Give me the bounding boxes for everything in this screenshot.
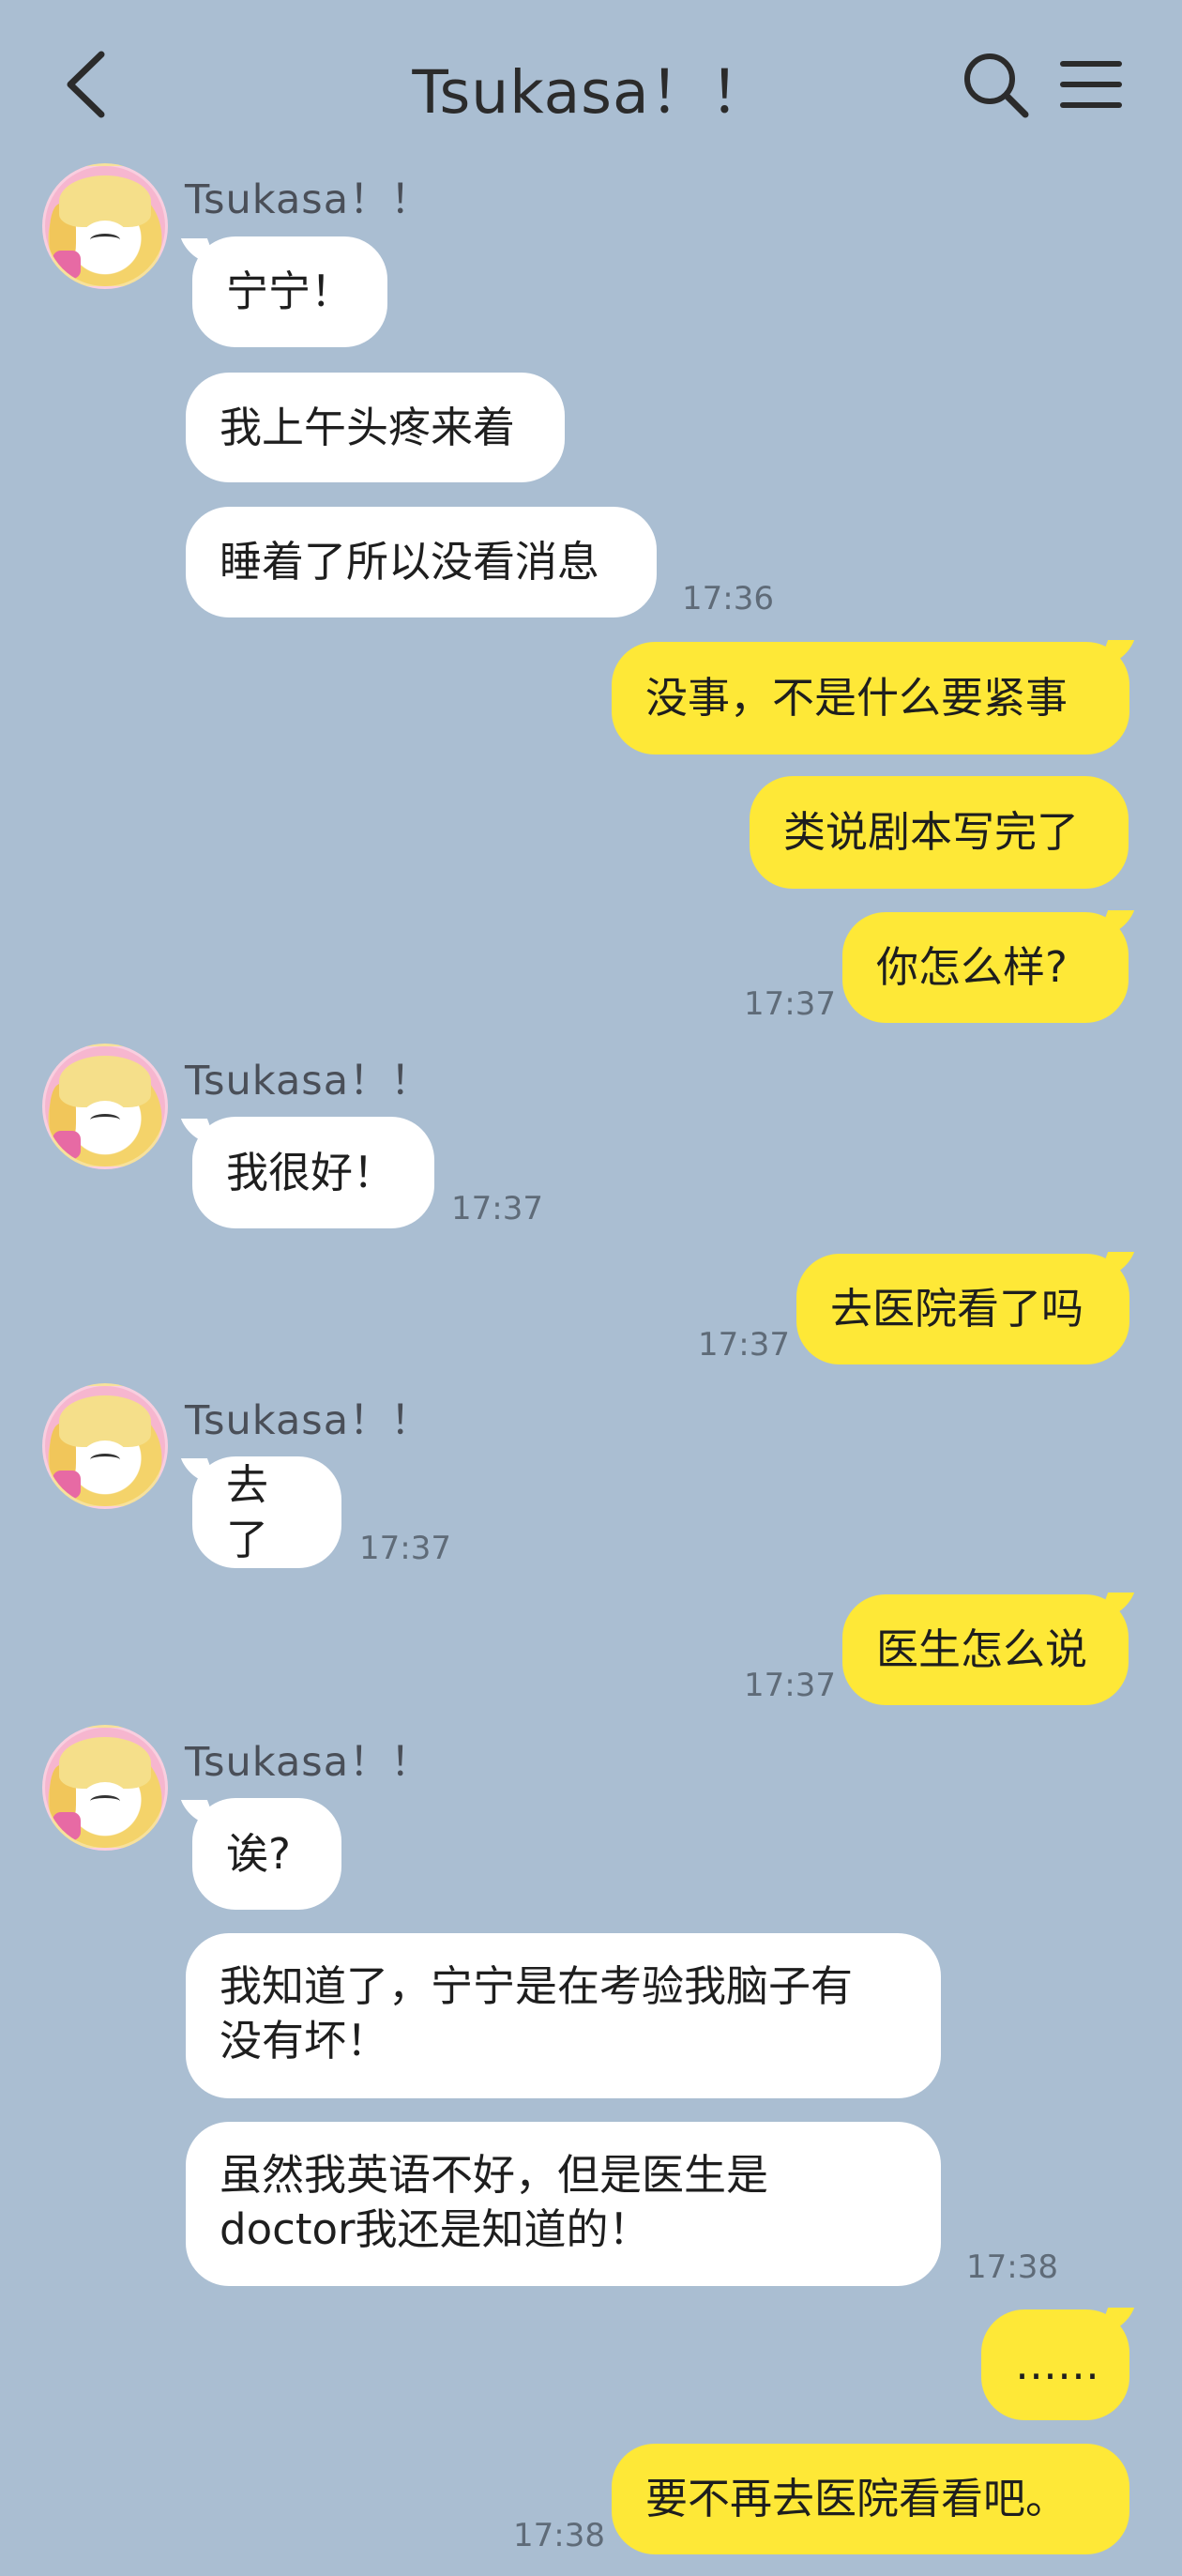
message-bubble[interactable]: 睡着了所以没看消息 [186, 507, 657, 617]
sender-name: Tsukasa！！ [185, 176, 432, 223]
avatar[interactable] [42, 1383, 168, 1509]
message-bubble[interactable]: 没事，不是什么要紧事 [612, 642, 1129, 755]
message-timestamp: 17:37 [744, 985, 836, 1023]
message-bubble[interactable]: 类说剧本写完了 [750, 776, 1129, 889]
message-bubble[interactable]: 我很好！ [192, 1117, 434, 1228]
message-timestamp: 17:38 [966, 2248, 1058, 2286]
chat-header: Tsukasa！！ [0, 0, 1182, 164]
sender-name: Tsukasa！！ [185, 1397, 432, 1444]
message-bubble[interactable]: 我上午头疼来着 [186, 373, 565, 482]
message-bubble[interactable]: …… [981, 2309, 1129, 2420]
message-timestamp: 17:36 [682, 580, 774, 617]
message-bubble[interactable]: 宁宁！ [192, 236, 387, 347]
avatar[interactable] [42, 1725, 168, 1851]
message-timestamp: 17:37 [359, 1530, 451, 1567]
message-line: 我知道了，宁宁是在考验我脑子有 [220, 1961, 854, 2011]
sender-name: Tsukasa！！ [185, 1058, 432, 1105]
message-timestamp: 17:38 [513, 2517, 605, 2554]
message-bubble[interactable]: 我知道了，宁宁是在考验我脑子有 没有坏！ [186, 1933, 941, 2098]
search-icon [964, 53, 1029, 118]
message-line: 虽然我英语不好，但是医生是 [220, 2150, 769, 2200]
message-timestamp: 17:37 [744, 1667, 836, 1704]
message-bubble[interactable]: 去医院看了吗 [796, 1254, 1129, 1364]
avatar[interactable] [42, 163, 168, 289]
menu-button[interactable] [1049, 42, 1133, 127]
message-line: 没有坏！ [220, 2016, 389, 2065]
message-line: doctor我还是知道的！ [220, 2204, 651, 2254]
message-timestamp: 17:37 [698, 1326, 790, 1364]
message-bubble[interactable]: 虽然我英语不好，但是医生是 doctor我还是知道的！ [186, 2122, 941, 2286]
message-bubble[interactable]: 诶? [192, 1798, 341, 1910]
message-bubble[interactable]: 去了 [192, 1456, 341, 1568]
message-bubble[interactable]: 你怎么样? [842, 912, 1129, 1023]
message-bubble[interactable]: 要不再去医院看看吧。 [612, 2444, 1129, 2554]
message-bubble[interactable]: 医生怎么说 [842, 1594, 1129, 1705]
message-timestamp: 17:37 [451, 1190, 543, 1227]
menu-icon [1060, 61, 1122, 108]
search-button[interactable] [953, 42, 1038, 127]
avatar[interactable] [42, 1044, 168, 1169]
sender-name: Tsukasa！！ [185, 1739, 432, 1786]
